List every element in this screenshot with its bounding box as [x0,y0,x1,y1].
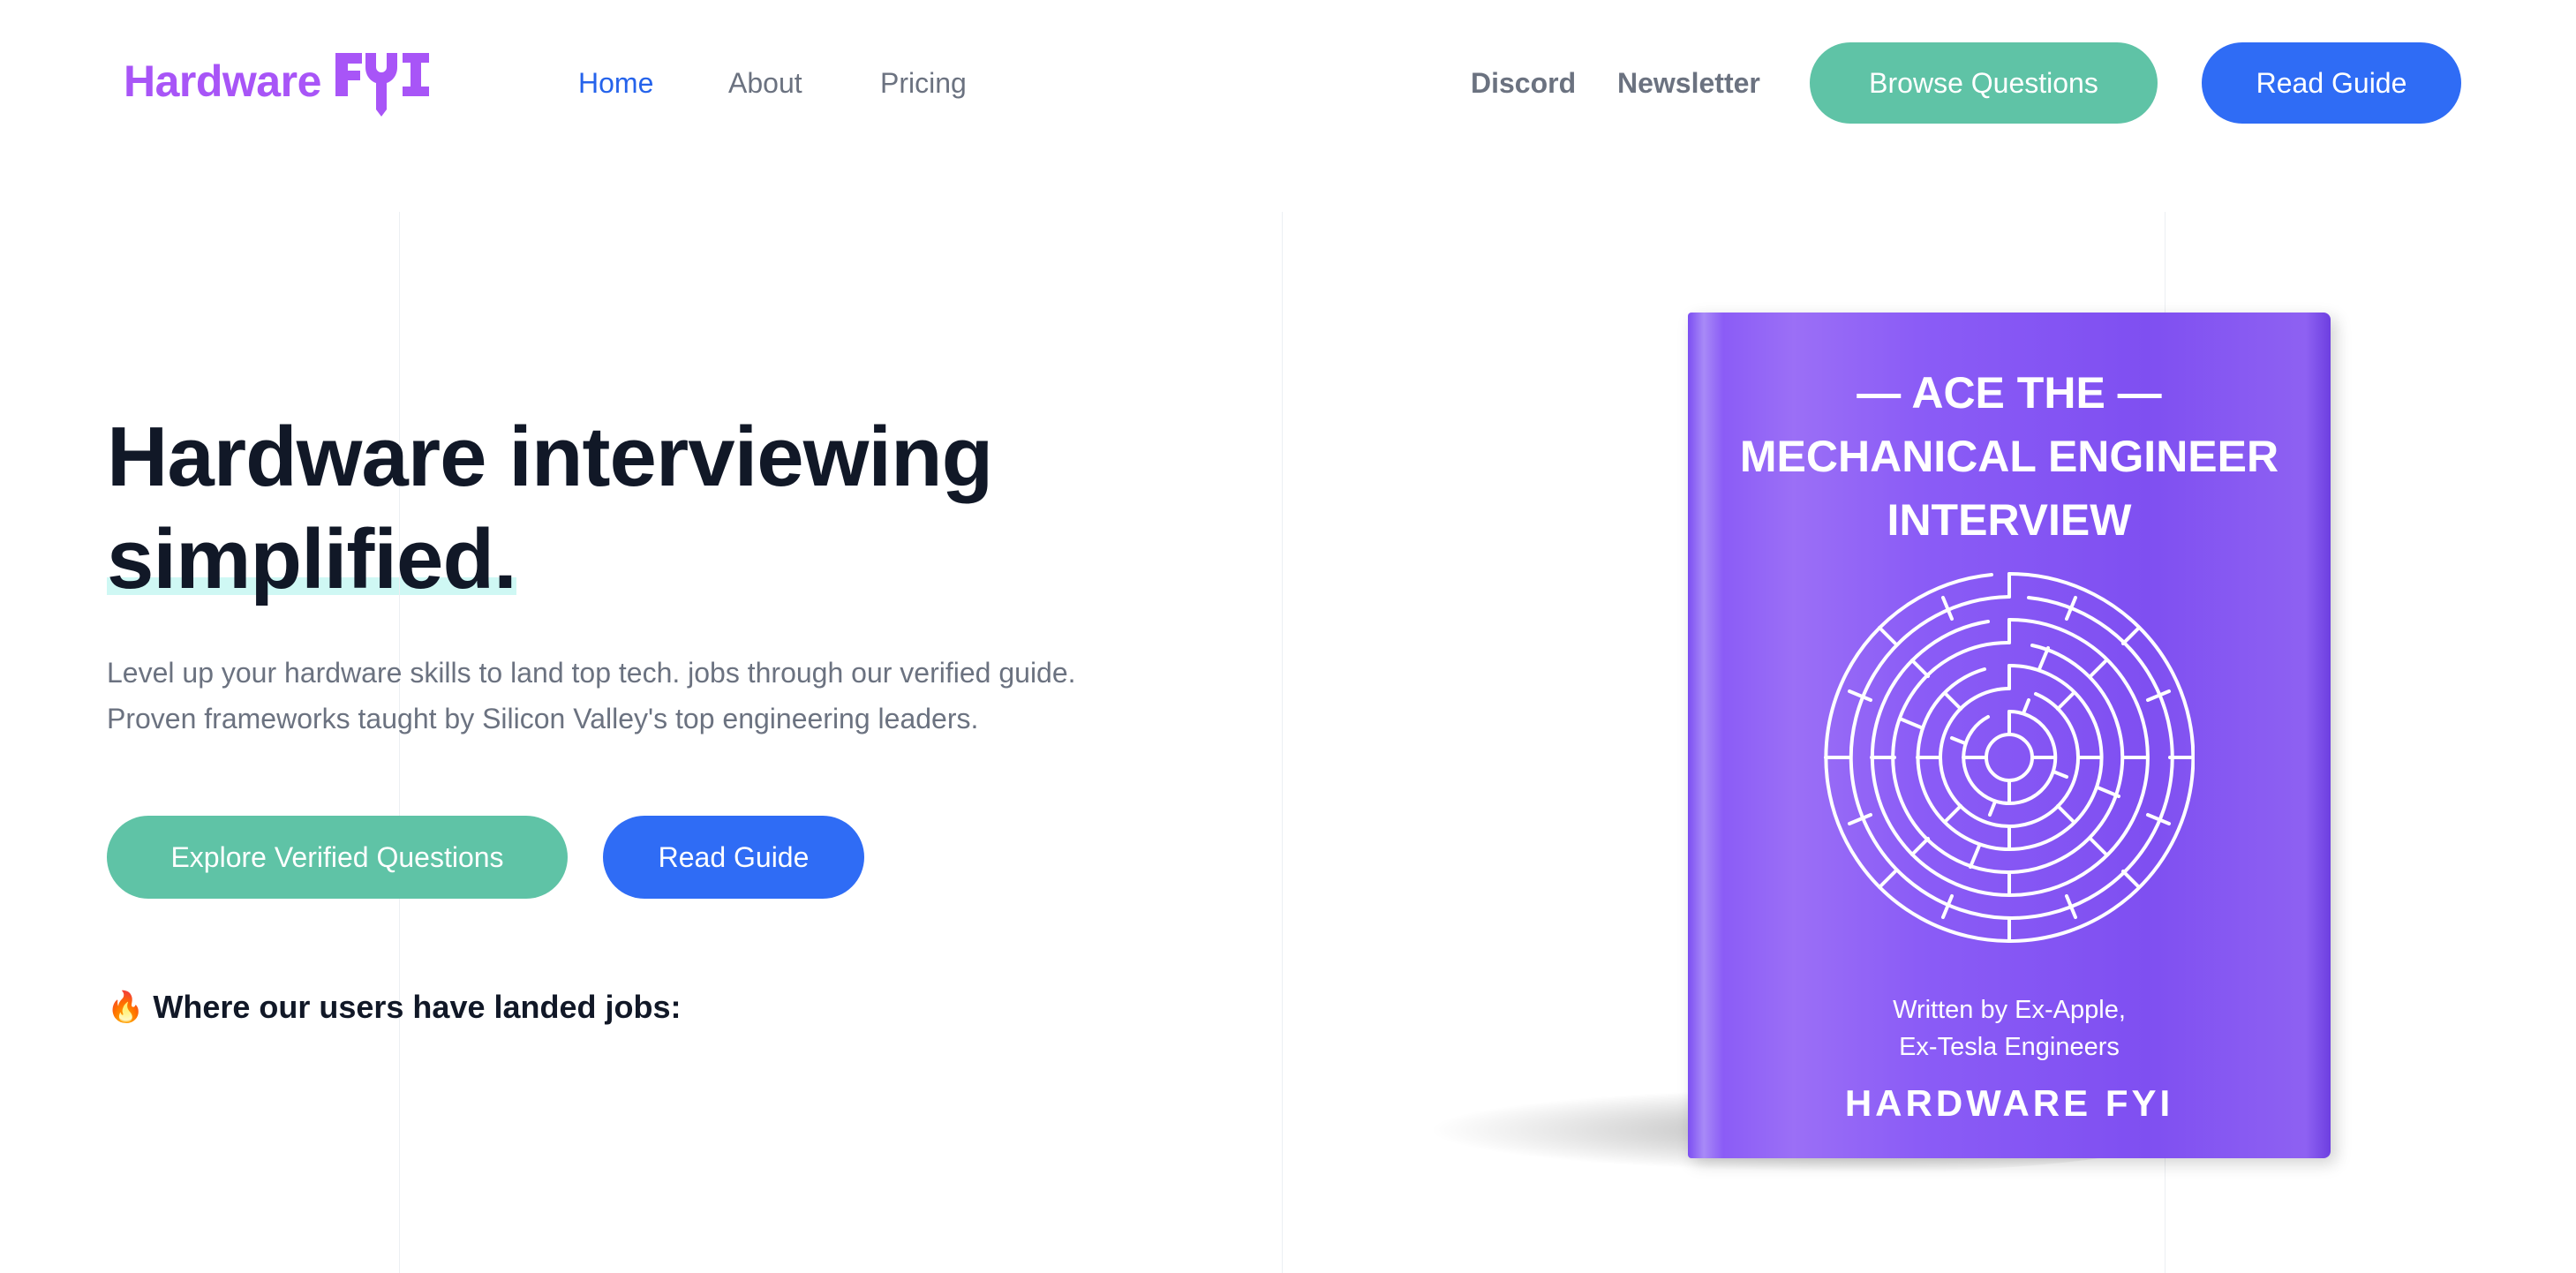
hero-subtitle: Level up your hardware skills to land to… [107,650,1290,742]
book-brand: HARDWARE FYI [1844,1082,2174,1124]
site-logo[interactable]: Hardware [124,46,433,117]
site-header: Hardware Home About Pricing Discord News… [0,0,2576,164]
book-title-line2: MECHANICAL ENGINEER [1739,432,2279,481]
hero-title-line1: Hardware interviewing [107,410,993,504]
hero-title-highlight: simplified. [107,508,517,611]
book-author-line2: Ex-Tesla Engineers [1899,1033,2120,1061]
fire-icon: 🔥 [107,991,145,1024]
landed-jobs-heading: 🔥 Where our users have landed jobs: [107,989,682,1026]
read-guide-nav-button[interactable]: Read Guide [2202,42,2461,124]
fyi-logo-icon [335,53,429,117]
hero-subtitle-line2: Proven frameworks taught by Silicon Vall… [107,703,979,734]
hero-subtitle-line1: Level up your hardware skills to land to… [107,657,1076,689]
circular-maze-icon [1824,572,2195,943]
guide-book-cover: — ACE THE — MECHANICAL ENGINEER INTERVIE… [1688,313,2331,1158]
browse-questions-button[interactable]: Browse Questions [1810,42,2158,124]
hero-title: Hardware interviewing simplified. [107,406,993,611]
nav-about[interactable]: About [728,55,802,111]
nav-home[interactable]: Home [578,55,653,111]
book-title-line1: — ACE THE — [1857,368,2162,418]
book-author-line1: Written by Ex-Apple, [1893,996,2126,1024]
nav-pricing[interactable]: Pricing [880,55,967,111]
read-guide-button[interactable]: Read Guide [603,816,864,899]
nav-newsletter[interactable]: Newsletter [1617,55,1760,111]
grid-line-1 [399,212,400,1273]
explore-verified-questions-button[interactable]: Explore Verified Questions [107,816,568,899]
grid-line-2 [1282,212,1283,1273]
landed-jobs-text: Where our users have landed jobs: [153,989,682,1025]
book-showcase: — ACE THE — MECHANICAL ENGINEER INTERVIE… [1377,291,2366,1192]
logo-wordmark: Hardware [124,56,321,106]
nav-discord[interactable]: Discord [1471,55,1576,111]
book-title-line3: INTERVIEW [1887,495,2132,545]
